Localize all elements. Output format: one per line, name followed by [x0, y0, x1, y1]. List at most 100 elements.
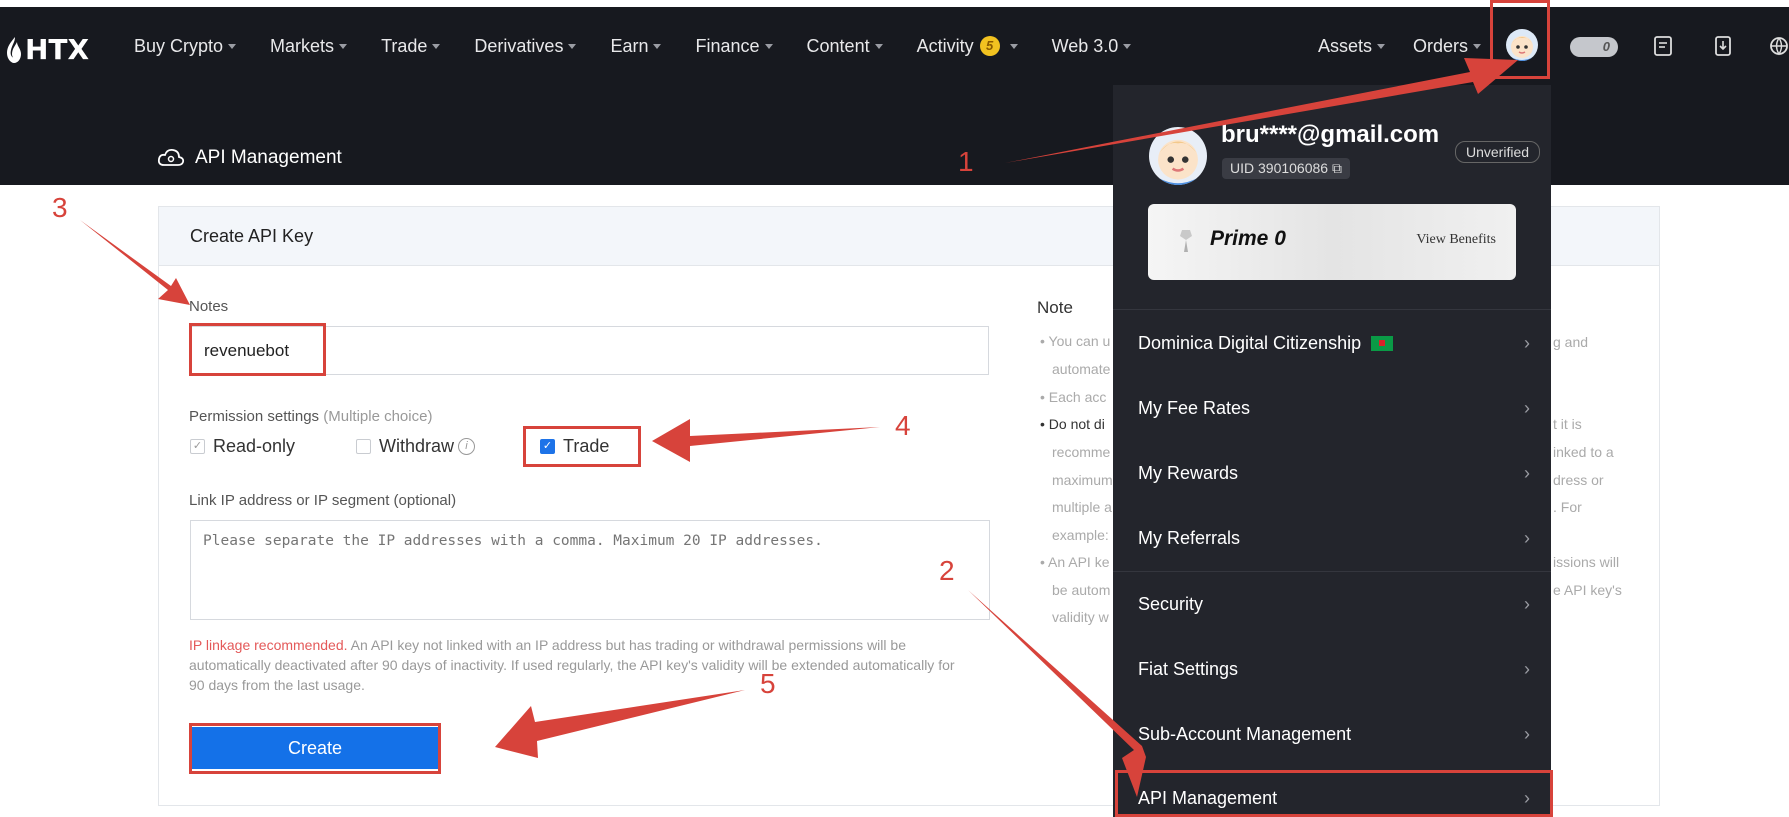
- chevron-right-icon: ›: [1524, 658, 1530, 679]
- menu-item-security[interactable]: Security ›: [1138, 589, 1530, 619]
- divider: [1113, 571, 1551, 572]
- ip-address-textarea[interactable]: [190, 520, 990, 620]
- menu-item-label: My Fee Rates: [1138, 397, 1251, 418]
- chevron-right-icon: ›: [1524, 462, 1530, 483]
- download-icon[interactable]: [1712, 35, 1734, 57]
- note-line: recomme: [1052, 444, 1111, 460]
- nav-buy-crypto[interactable]: Buy Crypto: [134, 36, 237, 57]
- nav-content[interactable]: Content: [807, 36, 883, 57]
- withdraw-checkbox[interactable]: Withdraw i: [356, 436, 476, 457]
- chevron-down-icon: [1123, 43, 1132, 49]
- nav-label: Trade: [381, 35, 428, 56]
- chevron-down-icon: [874, 43, 883, 49]
- nav-derivatives[interactable]: Derivatives: [474, 35, 577, 57]
- prime-benefits-card[interactable]: Prime 0 View Benefits: [1148, 204, 1516, 280]
- activity-coin-badge: 5: [979, 36, 1000, 56]
- chevron-right-icon: ›: [1524, 593, 1530, 614]
- permission-hint: (Multiple choice): [323, 408, 433, 425]
- dominica-flag-icon: [1371, 336, 1394, 352]
- note-line: multiple a: [1052, 499, 1112, 515]
- note-line: e API key's: [1553, 582, 1622, 598]
- cloud-key-icon: [157, 148, 185, 166]
- menu-item-label: Sub-Account Management: [1138, 723, 1352, 744]
- logo-text: HTX: [25, 33, 90, 66]
- account-dropdown-menu: bru****@gmail.com UID 390106086 ⧉ Unveri…: [1113, 85, 1551, 817]
- checkbox-box: [356, 439, 371, 454]
- nav-label: Derivatives: [474, 35, 564, 56]
- menu-item-label: My Referrals: [1138, 527, 1241, 548]
- menu-item-rewards[interactable]: My Rewards ›: [1138, 458, 1530, 488]
- divider: [1113, 309, 1551, 310]
- nav-label: Finance: [695, 35, 760, 56]
- page-title: API Management: [157, 146, 342, 170]
- notes-label: Notes: [189, 298, 229, 315]
- account-email: bru****@gmail.com: [1221, 121, 1440, 148]
- menu-item-referrals[interactable]: My Referrals ›: [1138, 523, 1530, 553]
- chevron-down-icon: [432, 43, 441, 49]
- nav-activity[interactable]: Activity 5: [917, 36, 1018, 57]
- note-line: g and: [1553, 334, 1589, 350]
- toggle-label: 0: [1602, 39, 1610, 54]
- annotation-box-notes: [189, 323, 326, 376]
- document-icon[interactable]: [1652, 35, 1674, 57]
- check-icon: ✓: [190, 439, 205, 454]
- menu-item-label: Fiat Settings: [1138, 658, 1239, 679]
- nav-label: Content: [806, 35, 870, 56]
- nav-label: Activity: [916, 35, 974, 56]
- view-benefits-link[interactable]: View Benefits: [1416, 232, 1496, 248]
- withdraw-label: Withdraw: [379, 436, 455, 456]
- annotation-number-1: 1: [958, 146, 974, 177]
- uid-badge[interactable]: UID 390106086 ⧉: [1222, 158, 1350, 179]
- note-line: inked to a: [1553, 444, 1614, 460]
- globe-icon[interactable]: [1768, 35, 1789, 57]
- uid-text: UID 390106086: [1230, 160, 1329, 176]
- note-line: issions will: [1553, 554, 1620, 570]
- flame-icon: [7, 36, 21, 63]
- menu-item-label: Dominica Digital Citizenship: [1138, 332, 1362, 353]
- nav-markets[interactable]: Markets: [270, 36, 348, 57]
- ip-label: Link IP address or IP segment (optional): [189, 492, 457, 509]
- note-line: . For: [1553, 499, 1582, 515]
- permission-settings-label: Permission settings (Multiple choice): [189, 408, 432, 425]
- nav-assets[interactable]: Assets: [1318, 36, 1386, 57]
- read-only-checkbox[interactable]: ✓ Read-only: [190, 436, 295, 457]
- note-line: • An API ke: [1040, 554, 1110, 570]
- nav-label: Orders: [1413, 35, 1469, 56]
- verification-status-badge[interactable]: Unverified: [1455, 141, 1541, 163]
- info-icon[interactable]: i: [458, 438, 476, 455]
- note-line: • Do not di: [1040, 416, 1105, 432]
- right-nav: Assets Orders: [1318, 7, 1515, 85]
- ip-linkage-hint: IP linkage recommended. An API key not l…: [189, 635, 969, 695]
- baby-avatar-icon: [1158, 139, 1198, 185]
- page-title-text: API Management: [195, 147, 342, 168]
- note-line: automate: [1052, 361, 1111, 377]
- note-line: • Each acc: [1040, 389, 1107, 405]
- avatar: [1149, 127, 1207, 185]
- note-line: maximum: [1052, 472, 1113, 488]
- nav-finance[interactable]: Finance: [695, 35, 773, 57]
- menu-item-fee-rates[interactable]: My Fee Rates ›: [1138, 393, 1530, 423]
- annotation-box-api-management: [1115, 770, 1553, 817]
- annotation-box-create: [189, 723, 441, 774]
- menu-item-fiat-settings[interactable]: Fiat Settings ›: [1138, 654, 1530, 684]
- chevron-down-icon: [653, 43, 662, 49]
- note-line: example:: [1052, 527, 1109, 543]
- chevron-down-icon: [1377, 43, 1386, 49]
- chevron-down-icon: [1009, 43, 1018, 49]
- nav-trade[interactable]: Trade: [381, 35, 441, 57]
- annotation-number-2: 2: [939, 555, 955, 586]
- hint-warning: IP linkage recommended.: [189, 637, 348, 653]
- chevron-right-icon: ›: [1524, 723, 1530, 744]
- chevron-down-icon: [228, 43, 237, 49]
- nav-orders[interactable]: Orders: [1413, 35, 1482, 57]
- nav-web3[interactable]: Web 3.0: [1052, 36, 1132, 57]
- htx-logo[interactable]: HTX: [6, 33, 89, 66]
- menu-item-dominica-citizenship[interactable]: Dominica Digital Citizenship ›: [1138, 328, 1530, 358]
- chevron-down-icon: [764, 43, 773, 49]
- note-line: t it is: [1553, 416, 1582, 432]
- menu-item-sub-account-management[interactable]: Sub-Account Management ›: [1138, 719, 1530, 749]
- menu-item-label: Security: [1138, 593, 1204, 614]
- menu-item-label: My Rewards: [1138, 462, 1239, 483]
- nav-earn[interactable]: Earn: [610, 36, 662, 57]
- theme-toggle[interactable]: 0: [1570, 37, 1618, 57]
